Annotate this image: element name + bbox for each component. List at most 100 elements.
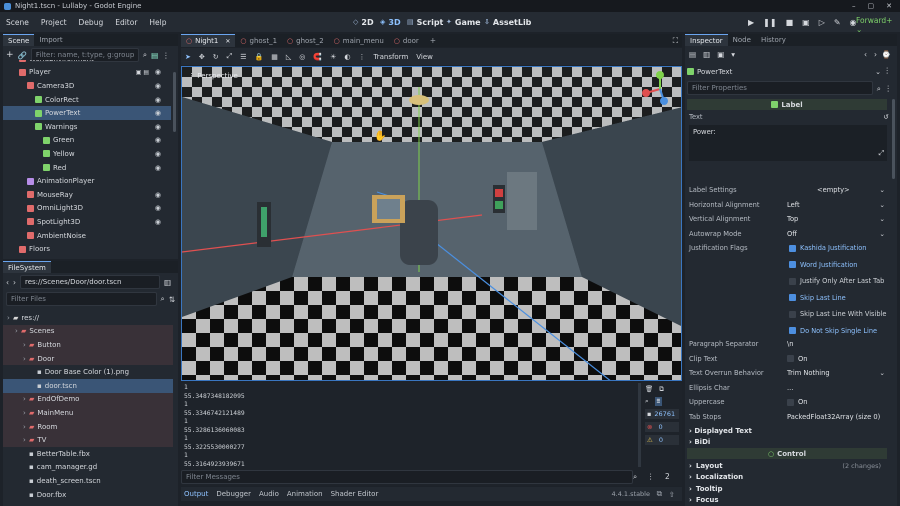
scene-node-row[interactable]: Player ▣ ▤ ◉ bbox=[3, 66, 171, 80]
scene-scrollbar[interactable] bbox=[173, 72, 176, 132]
workspace-2d[interactable]: ◇ 2D bbox=[353, 12, 374, 32]
error-count[interactable]: ⊗ 0 bbox=[645, 422, 679, 432]
forward-icon[interactable]: › bbox=[13, 278, 16, 287]
file-row[interactable]: › ▰ TV bbox=[3, 433, 173, 447]
control-section[interactable]: › Localization bbox=[689, 472, 885, 483]
scene-node-row[interactable]: Green ◉ bbox=[3, 134, 171, 148]
workspace-3d[interactable]: ◈ 3D bbox=[380, 12, 401, 32]
forward-icon[interactable]: › bbox=[874, 50, 877, 59]
file-row[interactable]: ▪ cam_manager.gd bbox=[3, 461, 173, 475]
visibility-eye-icon[interactable]: ◉ bbox=[155, 218, 161, 226]
file-row[interactable]: ▪ door.tscn bbox=[3, 379, 173, 393]
justification-flag[interactable]: Kashida Justification bbox=[789, 241, 866, 255]
visibility-eye-icon[interactable]: ◉ bbox=[155, 96, 161, 104]
back-icon[interactable]: ‹ bbox=[864, 50, 867, 59]
visibility-eye-icon[interactable]: ◉ bbox=[155, 136, 161, 144]
tab-import[interactable]: Import bbox=[34, 34, 67, 46]
maximize-icon[interactable]: ▢ bbox=[868, 2, 875, 10]
checkbox[interactable] bbox=[787, 398, 794, 406]
stop-icon[interactable]: ■ bbox=[786, 18, 794, 27]
history-icon[interactable]: ⌚ bbox=[882, 50, 891, 59]
justification-flag[interactable]: Skip Last Line bbox=[789, 291, 846, 305]
scene-node-row[interactable]: Floors bbox=[3, 242, 171, 256]
select-tool-icon[interactable]: ➤ bbox=[185, 53, 191, 61]
file-row[interactable]: ▪ Door.fbx bbox=[3, 488, 173, 502]
view-menu[interactable]: View bbox=[416, 53, 433, 61]
control-section[interactable]: › Focus bbox=[689, 495, 885, 506]
justification-flag[interactable]: Justify Only After Last Tab bbox=[789, 274, 884, 288]
open-resource-icon[interactable]: ▥ bbox=[703, 50, 710, 59]
output-log[interactable]: 1 55.3487348182095 1 55.3346742121489 1 55.32… bbox=[184, 384, 639, 468]
dropdown[interactable]: Trim Nothing bbox=[787, 369, 830, 377]
script-attach-icon[interactable]: ▤ bbox=[151, 51, 158, 60]
inspector-scrollbar[interactable] bbox=[892, 99, 895, 179]
chevron-down-icon[interactable]: ⌄ bbox=[879, 186, 885, 194]
workspace-game[interactable]: ✦ Game bbox=[446, 12, 481, 32]
log-count[interactable]: ▪ 26761 bbox=[645, 409, 679, 419]
resource-picker[interactable]: <empty> bbox=[817, 186, 850, 194]
scene-node-row[interactable]: SpotLight3D ◉ bbox=[3, 215, 171, 229]
checkbox[interactable] bbox=[789, 310, 796, 318]
scene-node-row[interactable]: Warnings ◉ bbox=[3, 120, 171, 134]
text-field[interactable]: PackedFloat32Array (size 0) bbox=[787, 413, 880, 421]
visibility-eye-icon[interactable]: ◉ bbox=[155, 191, 161, 199]
tab-debugger[interactable]: Debugger bbox=[216, 490, 251, 498]
visibility-eye-icon[interactable]: ◉ bbox=[155, 164, 161, 172]
property-filter-input[interactable]: Filter Properties bbox=[687, 81, 873, 95]
file-row[interactable]: › ▰ Scenes bbox=[3, 324, 173, 339]
tab-door[interactable]: ○ door bbox=[389, 34, 424, 47]
file-row[interactable]: › ▰ EndOfDemo bbox=[3, 392, 173, 407]
scene-node-row[interactable]: Camera3D ◉ bbox=[3, 79, 171, 93]
workspace-script[interactable]: ▤ Script bbox=[407, 12, 443, 32]
checkbox[interactable] bbox=[789, 244, 796, 252]
scene-node-row[interactable]: OmniLight3D ◉ bbox=[3, 202, 171, 216]
close-icon[interactable]: ✕ bbox=[225, 38, 230, 45]
scene-node-row[interactable]: PowerText ◉ bbox=[3, 106, 171, 120]
workspace-assetlib[interactable]: ⇩ AssetLib bbox=[484, 12, 531, 32]
play-icon[interactable]: ▶ bbox=[748, 18, 754, 27]
control-section[interactable]: › Layout (2 changes) bbox=[689, 460, 885, 471]
file-row[interactable]: ▪ BetterTable.fbx bbox=[3, 447, 173, 461]
tab-scene[interactable]: Scene bbox=[3, 34, 35, 46]
visibility-eye-icon[interactable]: ◉ bbox=[155, 82, 161, 90]
sort-icon[interactable]: ⇅ bbox=[169, 295, 175, 304]
expand-text-icon[interactable]: ⤢ bbox=[879, 149, 884, 158]
checkbox[interactable] bbox=[789, 261, 796, 268]
tab-output[interactable]: Output bbox=[184, 490, 208, 498]
dropdown[interactable]: Left bbox=[787, 201, 800, 209]
tab-audio[interactable]: Audio bbox=[259, 490, 279, 498]
environment-icon[interactable]: ◐ bbox=[344, 53, 350, 61]
tab-filesystem[interactable]: FileSystem bbox=[3, 261, 51, 273]
add-node-icon[interactable]: + bbox=[6, 50, 14, 60]
menu-project[interactable]: Project bbox=[35, 18, 73, 27]
expand-panel-icon[interactable]: ⇧ bbox=[669, 490, 675, 499]
justification-flag[interactable]: Word Justification bbox=[789, 258, 857, 272]
scene-node-row[interactable]: ColorRect ◉ bbox=[3, 93, 171, 107]
justification-flag[interactable]: Do Not Skip Single Line bbox=[789, 324, 877, 338]
renderer-select[interactable]: Forward+ ⌄ bbox=[856, 16, 900, 34]
justification-flag[interactable]: Skip Last Line With Visible bbox=[789, 307, 886, 321]
tab-night1[interactable]: ○ Night1 ✕ bbox=[181, 34, 236, 47]
file-row[interactable]: ▪ death_screen.tscn bbox=[3, 474, 173, 488]
checkbox[interactable] bbox=[789, 294, 796, 301]
class-header-label[interactable]: Label bbox=[687, 99, 887, 110]
clear-icon[interactable]: 🗑 bbox=[645, 385, 653, 394]
play-custom-icon[interactable]: ✎ bbox=[834, 18, 841, 27]
copy-icon[interactable]: ⧉ bbox=[659, 385, 664, 394]
more-icon[interactable]: ⋮ bbox=[647, 472, 655, 481]
more-icon[interactable]: ⋮ bbox=[358, 53, 365, 61]
menu-editor[interactable]: Editor bbox=[109, 18, 143, 27]
file-row[interactable]: ▪ Door Base Color (1).png bbox=[3, 365, 173, 379]
dropdown[interactable]: Top bbox=[787, 215, 798, 223]
scene-node-row[interactable]: MouseRay ◉ bbox=[3, 188, 171, 202]
menu-debug[interactable]: Debug bbox=[73, 18, 110, 27]
tab-inspector[interactable]: Inspector bbox=[685, 34, 728, 46]
remote-debug-icon[interactable]: ▣ bbox=[802, 18, 810, 27]
tab-node[interactable]: Node bbox=[728, 34, 756, 46]
checkbox[interactable] bbox=[789, 277, 796, 285]
control-section[interactable]: › Tooltip bbox=[689, 483, 885, 494]
ruler-icon[interactable]: ◺ bbox=[286, 53, 291, 61]
file-row[interactable]: › ▰ res:// bbox=[3, 311, 173, 325]
dropdown[interactable]: Off bbox=[787, 230, 797, 238]
file-row[interactable]: › ▰ Door bbox=[3, 351, 173, 366]
